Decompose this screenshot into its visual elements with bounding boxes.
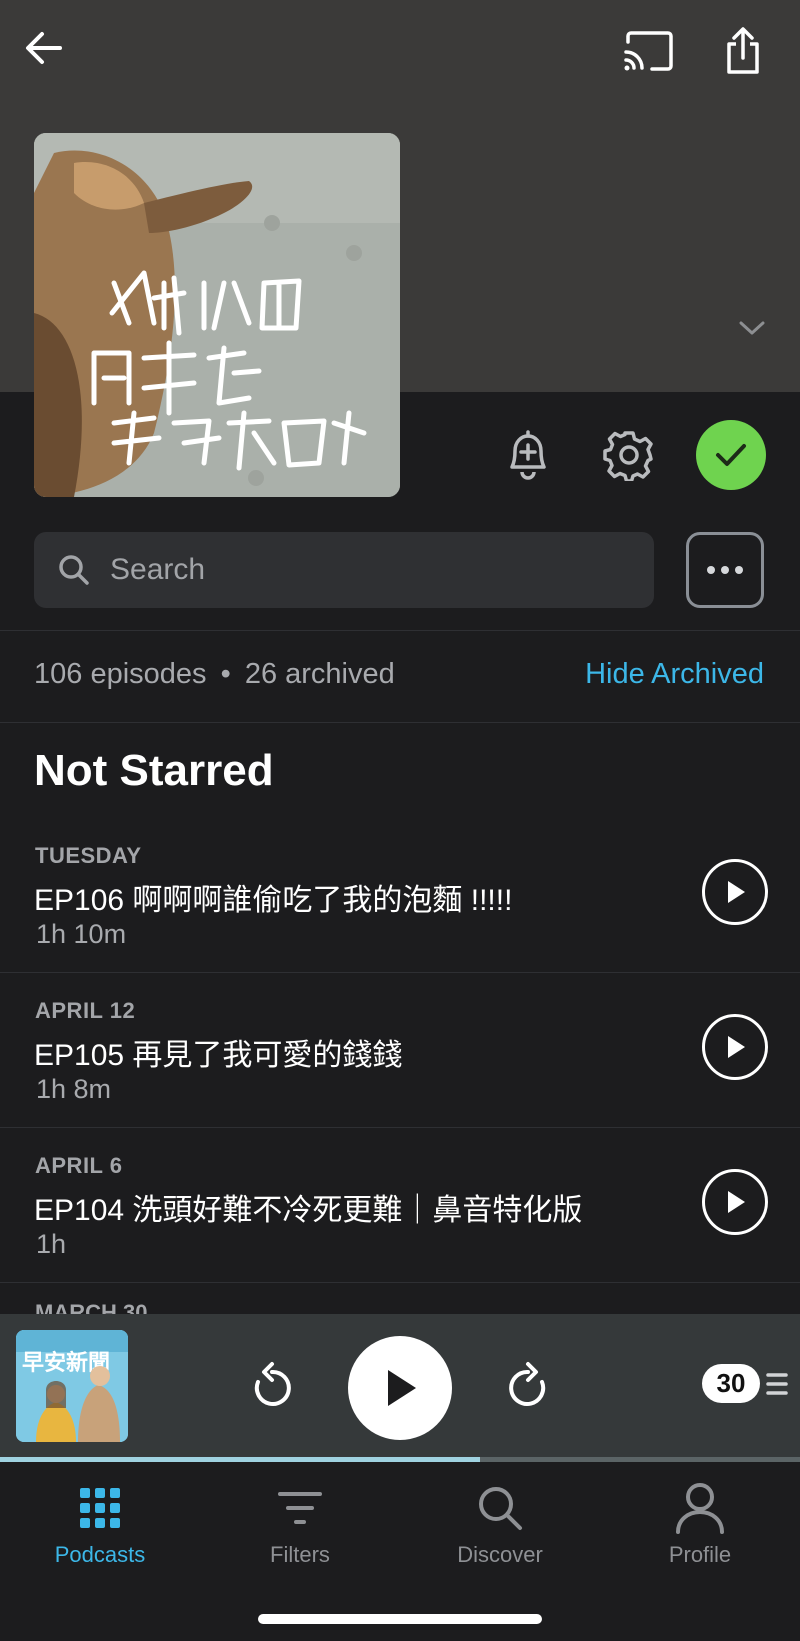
divider (0, 630, 800, 631)
playback-progress-bar[interactable] (0, 1457, 800, 1462)
share-button[interactable] (718, 22, 768, 80)
chevron-down-icon (739, 321, 765, 335)
now-playing-artwork[interactable]: 早安新聞 (16, 1330, 128, 1442)
episode-title: EP105 再見了我可愛的錢錢 (34, 1039, 403, 1072)
divider (0, 722, 800, 723)
tab-label: Discover (457, 1542, 543, 1567)
person-icon (600, 1480, 800, 1536)
main-play-button[interactable] (348, 1336, 452, 1440)
episode-date: APRIL 6 (35, 1153, 123, 1178)
episode-duration: 1h (36, 1229, 67, 1259)
up-next-count: 30 (702, 1364, 760, 1403)
skip-back-icon (254, 1362, 291, 1406)
tab-label: Podcasts (54, 1542, 146, 1567)
filter-icon (200, 1480, 400, 1536)
episode-count: 106 episodes (34, 658, 207, 690)
mini-player[interactable]: 早安新聞 30 (0, 1314, 800, 1462)
expand-details-button[interactable] (732, 308, 772, 348)
episode-row[interactable]: APRIL 12 EP105 再見了我可愛的錢錢 1h 8m (0, 972, 800, 1127)
play-icon (728, 881, 745, 903)
episode-counts: 106 episodes • 26 archived (34, 658, 395, 691)
subscribed-button[interactable] (696, 420, 766, 490)
tab-label: Profile (668, 1542, 732, 1567)
grid-icon (0, 1480, 200, 1536)
tab-discover[interactable]: Discover (400, 1480, 600, 1568)
search-input[interactable] (110, 553, 590, 587)
back-arrow-icon (26, 32, 62, 64)
ellipsis-icon (707, 566, 743, 574)
home-indicator (258, 1614, 542, 1624)
cast-button[interactable] (618, 26, 678, 78)
episode-title: EP104 洗頭好難不冷死更難｜鼻音特化版 (34, 1194, 583, 1227)
search-icon (400, 1480, 600, 1536)
episode-date: MARCH 30 (35, 1300, 148, 1314)
checkmark-icon (716, 444, 746, 466)
episode-play-button[interactable] (702, 1014, 768, 1080)
section-title: Not Starred (34, 746, 274, 795)
play-icon (388, 1370, 416, 1406)
episode-play-button[interactable] (702, 859, 768, 925)
cast-icon (624, 31, 673, 71)
episode-duration: 1h 8m (36, 1074, 112, 1104)
settings-button[interactable] (598, 422, 660, 488)
skip-forward-icon (509, 1362, 546, 1406)
episode-date: APRIL 12 (35, 998, 136, 1023)
podcast-artwork (34, 133, 400, 497)
queue-list-icon (766, 1372, 788, 1395)
separator: • (220, 658, 231, 690)
tab-label: Filters (270, 1542, 330, 1567)
episode-play-button[interactable] (702, 1169, 768, 1235)
archived-count: 26 archived (244, 658, 395, 690)
hide-archived-link[interactable]: Hide Archived (585, 658, 764, 691)
episode-duration: 1h 10m (36, 919, 127, 949)
play-icon (728, 1036, 745, 1058)
up-next-button[interactable]: 30 (702, 1364, 790, 1403)
episode-date: TUESDAY (35, 843, 142, 868)
tab-filters[interactable]: Filters (200, 1480, 400, 1568)
skip-back-button[interactable] (246, 1358, 298, 1416)
episode-row[interactable]: APRIL 6 EP104 洗頭好難不冷死更難｜鼻音特化版 1h (0, 1127, 800, 1282)
bell-plus-icon (510, 430, 546, 480)
tab-profile[interactable]: Profile (600, 1480, 800, 1568)
playback-progress-fill (0, 1457, 480, 1462)
episode-search-field[interactable] (34, 532, 654, 608)
more-options-button[interactable] (686, 532, 764, 608)
divider (0, 1282, 800, 1283)
skip-forward-button[interactable] (502, 1358, 554, 1416)
gear-icon (603, 431, 653, 481)
notifications-button[interactable] (498, 422, 558, 488)
play-icon (728, 1191, 745, 1213)
tab-podcasts[interactable]: Podcasts (0, 1480, 200, 1568)
episode-title: EP106 啊啊啊誰偷吃了我的泡麵 !!!!! (34, 884, 513, 917)
share-icon (727, 27, 759, 74)
search-icon (54, 550, 94, 590)
episode-row[interactable]: TUESDAY EP106 啊啊啊誰偷吃了我的泡麵 !!!!! 1h 10m (0, 817, 800, 972)
back-button[interactable] (18, 22, 70, 74)
